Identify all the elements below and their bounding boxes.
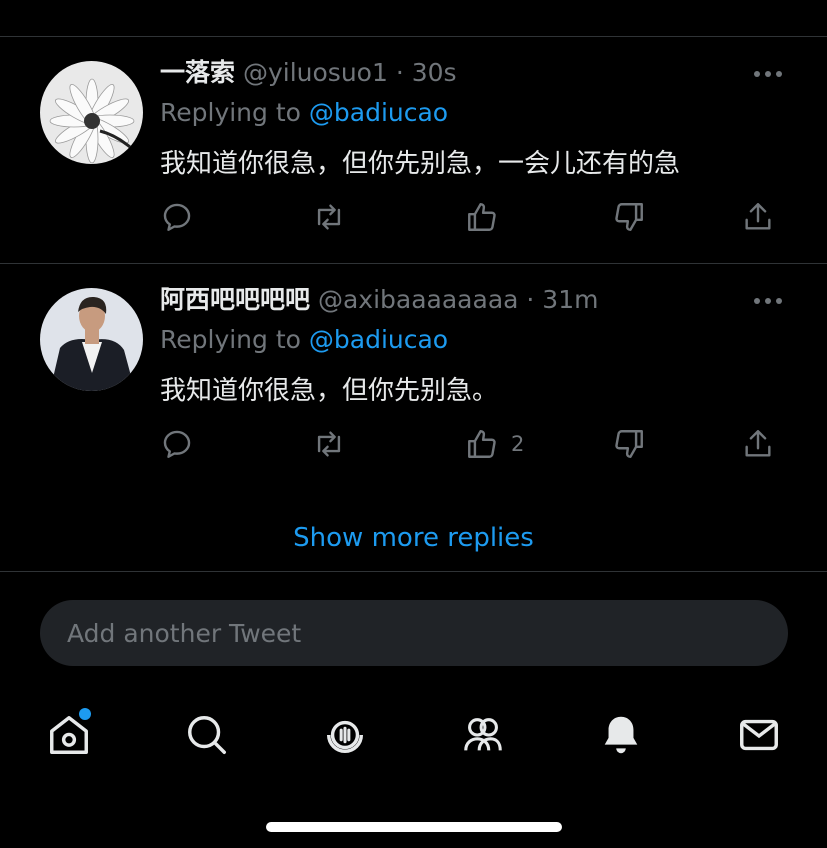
replying-to: Replying to @badiucao bbox=[160, 97, 448, 129]
communities-icon bbox=[464, 718, 502, 751]
thumbs-up-icon bbox=[468, 203, 496, 231]
reply-icon bbox=[163, 203, 191, 231]
spaces-icon bbox=[326, 720, 364, 754]
avatar[interactable] bbox=[40, 61, 143, 164]
search-icon bbox=[188, 716, 226, 754]
dislike-button[interactable] bbox=[612, 426, 646, 462]
thumbs-up-icon bbox=[468, 430, 496, 458]
messages-icon bbox=[740, 719, 778, 751]
reply-button[interactable] bbox=[160, 426, 194, 462]
previous-tweet-actions bbox=[0, 0, 827, 37]
tweet-text: 我知道你很急，但你先别急。 bbox=[160, 376, 499, 406]
tab-home[interactable] bbox=[44, 708, 94, 760]
replying-to-label: Replying to bbox=[160, 325, 309, 354]
share-icon bbox=[745, 430, 771, 457]
more-options-icon[interactable] bbox=[753, 296, 783, 306]
retweet-button[interactable] bbox=[312, 199, 346, 235]
bottom-tab-bar bbox=[0, 700, 827, 770]
reply-tweet[interactable]: 一落索 @yiluosuo1 · 30s Replying to @badiuc… bbox=[0, 37, 827, 264]
tweet-header: 阿西吧吧吧吧 @axibaaaaaaaa · 31m bbox=[160, 284, 598, 316]
like-icon[interactable] bbox=[470, 0, 494, 4]
mention-link[interactable]: @badiucao bbox=[309, 325, 448, 354]
tab-messages[interactable] bbox=[734, 710, 784, 760]
home-indicator[interactable] bbox=[266, 822, 562, 832]
like-count: 2 bbox=[511, 432, 525, 456]
retweet-icon bbox=[317, 204, 341, 230]
dislike-button[interactable] bbox=[612, 199, 646, 235]
mention-link[interactable]: @badiucao bbox=[309, 98, 448, 127]
reply-icon[interactable] bbox=[165, 0, 189, 4]
reply-tweet[interactable]: 阿西吧吧吧吧 @axibaaaaaaaa · 31m Replying to @… bbox=[0, 264, 827, 504]
notifications-icon bbox=[604, 716, 638, 754]
share-icon bbox=[745, 203, 771, 230]
retweet-icon bbox=[317, 431, 341, 457]
notification-dot bbox=[79, 708, 91, 720]
share-button[interactable] bbox=[741, 199, 775, 235]
reply-button[interactable] bbox=[160, 199, 194, 235]
compose-bar[interactable] bbox=[40, 600, 788, 666]
dislike-icon[interactable] bbox=[618, 0, 642, 4]
tweet-actions bbox=[0, 199, 827, 239]
more-options-icon[interactable] bbox=[753, 69, 783, 79]
retweet-button[interactable] bbox=[312, 426, 346, 462]
like-button[interactable] bbox=[465, 199, 511, 235]
tab-notifications[interactable] bbox=[596, 710, 646, 760]
display-name[interactable]: 阿西吧吧吧吧 bbox=[160, 285, 310, 314]
retweet-icon[interactable] bbox=[315, 0, 339, 4]
tweet-actions: 2 bbox=[0, 426, 827, 466]
replying-to: Replying to @badiucao bbox=[160, 324, 448, 356]
thumbs-down-icon bbox=[615, 203, 643, 231]
display-name[interactable]: 一落索 bbox=[160, 58, 235, 87]
tab-spaces[interactable] bbox=[320, 710, 370, 760]
share-icon[interactable] bbox=[748, 0, 772, 4]
tab-communities[interactable] bbox=[458, 710, 508, 760]
tweet-header: 一落索 @yiluosuo1 · 30s bbox=[160, 57, 457, 89]
handle-and-time: @axibaaaaaaaa · 31m bbox=[317, 285, 599, 314]
handle-and-time: @yiluosuo1 · 30s bbox=[242, 58, 457, 87]
thumbs-down-icon bbox=[615, 430, 643, 458]
reply-icon bbox=[163, 430, 191, 458]
share-button[interactable] bbox=[741, 426, 775, 462]
person-avatar-image bbox=[40, 288, 143, 391]
show-more-replies-button[interactable]: Show more replies bbox=[0, 505, 827, 572]
avatar[interactable] bbox=[40, 288, 143, 391]
tab-search[interactable] bbox=[182, 710, 232, 760]
like-button[interactable]: 2 bbox=[465, 426, 524, 462]
add-tweet-input[interactable] bbox=[65, 617, 749, 649]
replying-to-label: Replying to bbox=[160, 98, 309, 127]
tweet-text: 我知道你很急，但你先别急，一会儿还有的急 bbox=[160, 149, 681, 179]
flower-avatar-image bbox=[40, 61, 143, 164]
